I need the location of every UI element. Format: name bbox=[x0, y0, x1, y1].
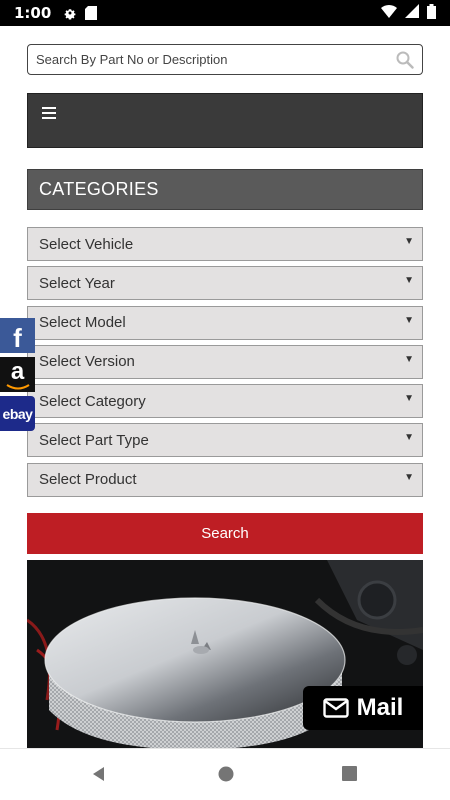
envelope-icon bbox=[322, 698, 349, 718]
mail-button[interactable]: Mail bbox=[303, 686, 423, 730]
select-model[interactable]: Select Model ▼ bbox=[27, 305, 423, 340]
recents-icon[interactable] bbox=[341, 765, 358, 787]
select-version-label: Select Version bbox=[39, 353, 135, 371]
select-year[interactable]: Select Year ▼ bbox=[27, 266, 423, 301]
gear-icon bbox=[63, 6, 77, 20]
facebook-link[interactable]: f bbox=[0, 318, 35, 353]
ebay-link[interactable]: ebay bbox=[0, 396, 35, 431]
select-model-label: Select Model bbox=[39, 314, 126, 332]
search-icon[interactable] bbox=[396, 51, 414, 69]
home-icon[interactable] bbox=[217, 765, 235, 788]
select-category-label: Select Category bbox=[39, 392, 146, 410]
system-navigation-bar bbox=[0, 748, 450, 800]
amazon-link[interactable]: a bbox=[0, 357, 35, 392]
select-part-type-label: Select Part Type bbox=[39, 431, 149, 449]
select-vehicle-label: Select Vehicle bbox=[39, 235, 134, 253]
dropdown-arrow-icon: ▼ bbox=[404, 275, 414, 287]
battery-icon bbox=[427, 3, 436, 23]
wifi-icon bbox=[381, 4, 397, 22]
category-search-button[interactable]: Search bbox=[27, 513, 423, 554]
amazon-smile-icon bbox=[5, 383, 30, 389]
signal-icon bbox=[405, 4, 419, 22]
search-input[interactable] bbox=[36, 52, 396, 67]
back-icon[interactable] bbox=[90, 765, 108, 788]
ebay-icon: ebay bbox=[2, 405, 33, 422]
select-part-type[interactable]: Select Part Type ▼ bbox=[27, 423, 423, 458]
clock: 1:00 bbox=[14, 4, 52, 22]
select-version[interactable]: Select Version ▼ bbox=[27, 344, 423, 379]
amazon-icon: a bbox=[10, 357, 25, 385]
select-product[interactable]: Select Product ▼ bbox=[27, 462, 423, 497]
categories-header: CATEGORIES bbox=[27, 169, 423, 210]
sd-card-icon bbox=[85, 6, 98, 20]
main-nav-bar bbox=[27, 93, 423, 148]
dropdown-arrow-icon: ▼ bbox=[404, 432, 414, 444]
dropdown-arrow-icon: ▼ bbox=[404, 393, 414, 405]
select-year-label: Select Year bbox=[39, 274, 115, 292]
dropdown-arrow-icon: ▼ bbox=[404, 314, 414, 326]
select-product-label: Select Product bbox=[39, 471, 137, 489]
select-vehicle[interactable]: Select Vehicle ▼ bbox=[27, 227, 423, 261]
facebook-icon: f bbox=[13, 323, 22, 353]
hamburger-icon[interactable] bbox=[42, 107, 56, 119]
dropdown-arrow-icon: ▼ bbox=[404, 471, 414, 483]
status-bar: 1:00 bbox=[0, 0, 450, 26]
social-links: f a ebay bbox=[0, 318, 35, 435]
dropdown-arrow-icon: ▼ bbox=[404, 236, 414, 247]
mail-label: Mail bbox=[356, 694, 404, 721]
category-filters: Select Vehicle ▼ Select Year ▼ Select Mo… bbox=[27, 227, 423, 502]
select-category[interactable]: Select Category ▼ bbox=[27, 384, 423, 419]
dropdown-arrow-icon: ▼ bbox=[404, 353, 414, 365]
search-box bbox=[27, 44, 423, 75]
